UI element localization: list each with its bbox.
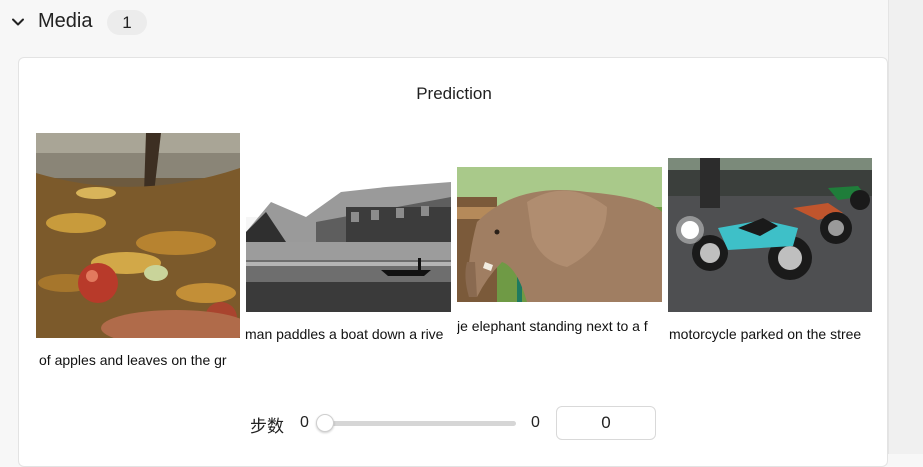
count-badge: 1 bbox=[107, 10, 147, 35]
gallery-caption-1: of apples and leaves on the gr bbox=[39, 352, 227, 368]
step-slider-thumb[interactable] bbox=[316, 414, 334, 432]
step-slider-track[interactable] bbox=[322, 421, 516, 426]
media-section-header[interactable]: Media 1 bbox=[0, 0, 923, 44]
scrollbar[interactable] bbox=[888, 0, 923, 454]
step-input[interactable]: 0 bbox=[556, 406, 656, 440]
slider-max-value: 0 bbox=[531, 414, 540, 431]
gallery-item-3[interactable] bbox=[457, 167, 662, 302]
panel-title: Prediction bbox=[416, 84, 492, 103]
prediction-card: Prediction of apples and leaves on the g… bbox=[18, 57, 888, 467]
image-gallery: of apples and leaves on the gr man paddl… bbox=[36, 132, 872, 382]
gallery-item-1[interactable] bbox=[36, 133, 240, 338]
gallery-caption-4: motorcycle parked on the stree bbox=[669, 326, 862, 342]
section-title: Media bbox=[38, 10, 93, 32]
elephant-photo bbox=[457, 167, 662, 302]
gallery-item-2[interactable] bbox=[246, 162, 451, 312]
gallery-caption-3: je elephant standing next to a f bbox=[457, 318, 648, 334]
chevron-down-icon[interactable] bbox=[10, 14, 26, 30]
step-label: 步数 bbox=[250, 417, 284, 436]
gallery-caption-2: man paddles a boat down a rive bbox=[245, 326, 444, 342]
gallery-item-4[interactable] bbox=[668, 158, 872, 312]
motorcycle-photo bbox=[668, 158, 872, 312]
apples-leaves-photo bbox=[36, 133, 240, 338]
slider-min-value: 0 bbox=[300, 414, 309, 431]
river-boat-photo bbox=[246, 162, 451, 312]
